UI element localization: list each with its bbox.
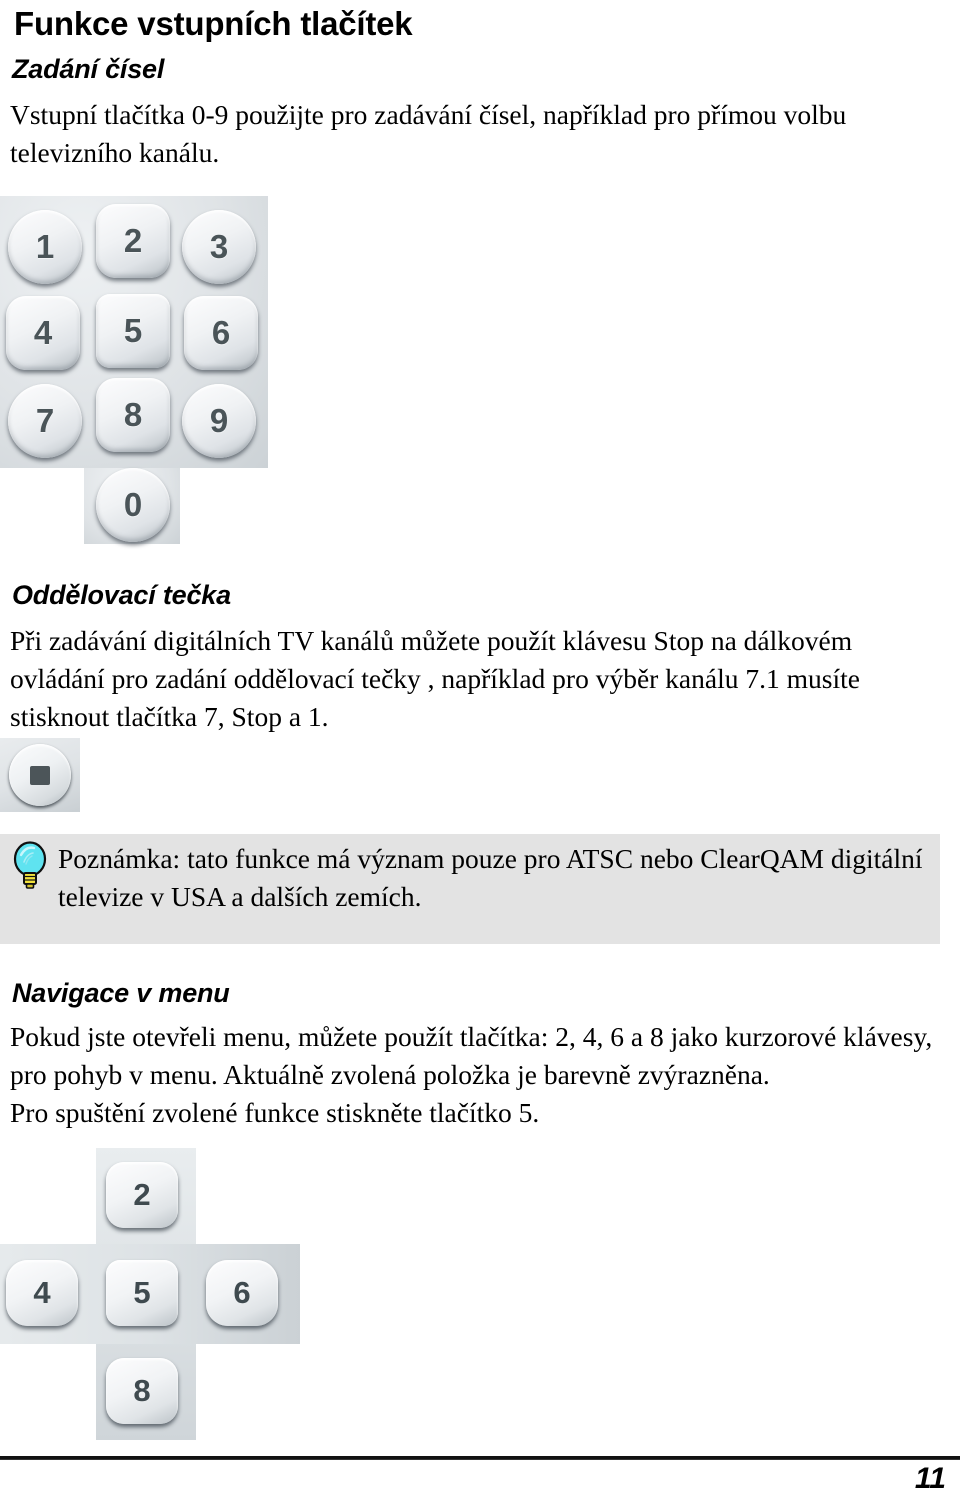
stop-square-icon [30, 765, 50, 785]
stop-button-photo [0, 738, 80, 812]
footer-divider [0, 1456, 960, 1460]
cursor-key-center-5: 5 [106, 1260, 178, 1326]
keypad-key-1: 1 [8, 210, 82, 284]
cursor-key-left-4: 4 [6, 1260, 78, 1326]
numeric-keypad-photo: 1 2 3 4 5 6 7 8 9 0 [0, 196, 268, 544]
paragraph-text: Při zadávání digitálních TV kanálů můžet… [10, 625, 860, 732]
page-number: 11 [914, 1462, 946, 1495]
paragraph-text: Pro spuštění zvolené funkce stiskněte tl… [10, 1097, 540, 1128]
section-paragraph-navigace-spusteni: Pro spuštění zvolené funkce stiskněte tl… [10, 1094, 940, 1132]
paragraph-text: Pokud jste otevřeli menu, můžete použít … [10, 1021, 933, 1090]
keypad-key-9: 9 [182, 384, 256, 458]
document-page: Funkce vstupních tlačítek Zadání čísel V… [0, 0, 960, 1500]
section-paragraph-oddelovaci-tecka: Při zadávání digitálních TV kanálů můžet… [10, 622, 940, 736]
paragraph-text: Vstupní tlačítka 0-9 použijte pro zadává… [10, 99, 847, 168]
note-paragraph: Poznámka: tato funkce má význam pouze pr… [0, 840, 940, 916]
keypad-key-0: 0 [96, 468, 170, 542]
section-heading-navigace-v-menu: Navigace v menu [12, 978, 230, 1008]
section-paragraph-zadani-cisel: Vstupní tlačítka 0-9 použijte pro zadává… [10, 96, 910, 172]
keypad-key-8: 8 [96, 378, 170, 452]
cursor-key-down-8: 8 [106, 1358, 178, 1424]
keypad-key-4: 4 [6, 296, 80, 370]
section-heading-oddelovaci-tecka: Oddělovací tečka [12, 580, 231, 610]
page-title: Funkce vstupních tlačítek [14, 5, 413, 42]
keypad-key-6: 6 [184, 296, 258, 370]
cursor-cross-keypad-photo: 2 4 5 6 8 [0, 1148, 300, 1440]
section-heading-zadani-cisel: Zadání čísel [12, 54, 165, 84]
keypad-key-3: 3 [182, 210, 256, 284]
cursor-key-up-2: 2 [106, 1162, 178, 1228]
keypad-key-7: 7 [8, 384, 82, 458]
keypad-key-5: 5 [96, 294, 170, 368]
stop-button-key [9, 744, 71, 806]
section-paragraph-navigace-v-menu: Pokud jste otevřeli menu, můžete použít … [10, 1018, 935, 1094]
cursor-key-right-6: 6 [206, 1260, 278, 1326]
keypad-key-2: 2 [96, 204, 170, 278]
note-text: Poznámka: tato funkce má význam pouze pr… [58, 843, 923, 912]
